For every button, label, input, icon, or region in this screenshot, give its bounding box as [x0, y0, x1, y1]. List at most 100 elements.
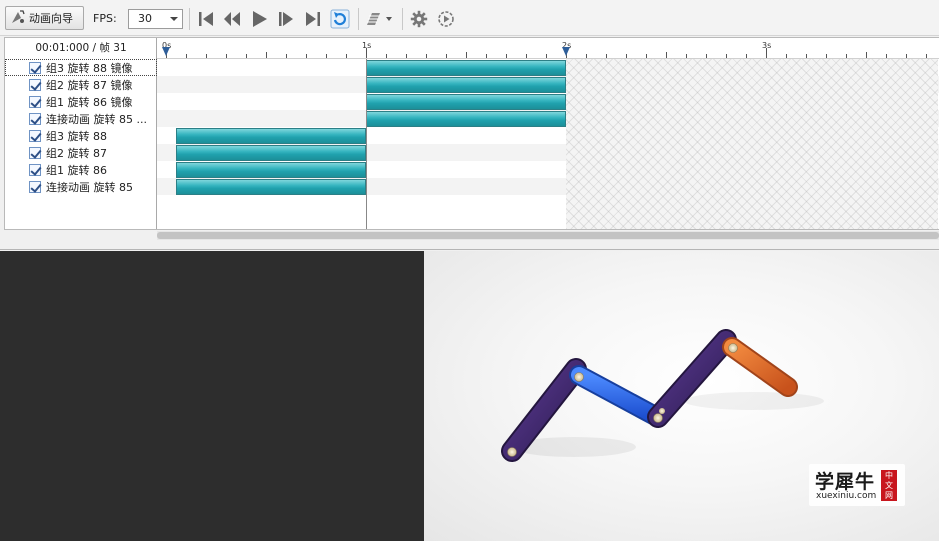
track-checkbox[interactable]	[29, 61, 41, 74]
ruler-tick	[786, 54, 787, 58]
ruler-tick	[726, 54, 727, 58]
ruler-tick	[526, 54, 527, 58]
animation-wizard-icon	[10, 9, 26, 28]
range-marker[interactable]	[162, 47, 170, 56]
track-row[interactable]: 组2 旋转 87 镜像	[5, 76, 157, 93]
track-checkbox[interactable]	[29, 95, 41, 108]
animation-wizard-button[interactable]: 动画向导	[5, 6, 84, 30]
link-blue	[569, 365, 667, 427]
track-label: 组1 旋转 86	[46, 163, 107, 177]
animation-clip-bar[interactable]	[176, 162, 366, 178]
ruler-tick	[446, 54, 447, 58]
timeline-track-area[interactable]: 0s 1s 2s 3s	[157, 38, 939, 229]
ruler-tick	[806, 54, 807, 58]
animation-clip-bar[interactable]	[366, 77, 566, 93]
animation-clip-bar[interactable]	[366, 60, 566, 76]
ruler-tick	[266, 52, 267, 58]
ruler-tick	[826, 54, 827, 58]
track-checkbox[interactable]	[29, 78, 41, 91]
ruler-tick	[426, 54, 427, 58]
skip-to-end-icon[interactable]	[303, 9, 323, 29]
toolbar-divider	[402, 8, 403, 30]
ruler-tick	[506, 54, 507, 58]
animation-clip-bar[interactable]	[176, 145, 366, 161]
fps-select[interactable]: 30	[128, 9, 183, 29]
ruler-tick	[846, 54, 847, 58]
range-marker[interactable]	[562, 47, 570, 56]
track-row[interactable]: 连接动画 旋转 85 ...	[5, 110, 157, 127]
current-time-line[interactable]	[366, 59, 367, 229]
animation-wizard-label: 动画向导	[29, 12, 73, 25]
step-forward-icon[interactable]	[276, 9, 296, 29]
step-back-icon[interactable]	[222, 9, 242, 29]
track-checkbox[interactable]	[29, 129, 41, 142]
ruler-tick	[626, 54, 627, 58]
ruler-tick	[706, 54, 707, 58]
track-label: 组2 旋转 87 镜像	[46, 78, 133, 92]
ruler-tick	[666, 52, 667, 58]
ruler-label: 1s	[362, 41, 372, 50]
animation-clip-bar[interactable]	[366, 94, 566, 110]
skip-to-start-icon[interactable]	[196, 9, 216, 29]
track-row[interactable]: 组1 旋转 86 镜像	[5, 93, 157, 110]
watermark-url: xuexiniu.com	[816, 491, 877, 501]
empty-viewport-panel	[0, 251, 424, 541]
track-row[interactable]: 组3 旋转 88 镜像	[5, 59, 157, 76]
keyframe-tools-icon[interactable]	[364, 9, 394, 29]
ruler-tick	[606, 54, 607, 58]
ruler-tick	[646, 54, 647, 58]
time-readout: 00:01:000 / 帧 31	[35, 42, 127, 54]
toolbar: 动画向导 FPS: 30	[0, 0, 939, 36]
toolbar-divider	[189, 8, 190, 30]
ruler-tick	[926, 54, 927, 58]
track-row[interactable]: 组2 旋转 87	[5, 144, 157, 161]
track-label: 组1 旋转 86 镜像	[46, 95, 133, 109]
ruler-tick	[286, 54, 287, 58]
ruler-tick	[246, 54, 247, 58]
fps-label: FPS:	[93, 12, 117, 25]
link-orange	[722, 337, 798, 397]
ruler-tick	[866, 52, 867, 58]
time-ruler[interactable]: 0s 1s 2s 3s	[157, 38, 939, 59]
panel-splitter[interactable]	[0, 240, 939, 250]
toolbar-divider	[358, 8, 359, 30]
scrollbar-thumb[interactable]	[157, 232, 939, 239]
ruler-tick	[326, 54, 327, 58]
watermark-title: 学犀牛	[815, 471, 876, 493]
watermark-logo: 学犀牛 xuexiniu.com 中文网	[809, 464, 905, 506]
ruler-tick	[586, 54, 587, 58]
track-list: 00:01:000 / 帧 31 组3 旋转 88 镜像 组2 旋转 87 镜像组…	[5, 38, 157, 229]
ruler-label: 3s	[762, 41, 772, 50]
animation-clip-bar[interactable]	[176, 179, 366, 195]
track-checkbox[interactable]	[29, 163, 41, 176]
ruler-tick	[346, 54, 347, 58]
timeline-horizontal-scrollbar[interactable]	[157, 231, 939, 240]
inactive-time-region	[566, 59, 938, 229]
animation-clip-bar[interactable]	[176, 128, 366, 144]
track-row[interactable]: 连接动画 旋转 85	[5, 178, 157, 195]
ruler-tick	[486, 54, 487, 58]
ruler-tick	[186, 54, 187, 58]
track-row[interactable]: 组1 旋转 86	[5, 161, 157, 178]
render-viewport[interactable]: 学犀牛 xuexiniu.com 中文网	[424, 251, 939, 541]
track-checkbox[interactable]	[29, 112, 41, 125]
ruler-tick	[746, 54, 747, 58]
ruler-tick	[686, 54, 687, 58]
animation-clip-bar[interactable]	[366, 111, 566, 127]
chevron-down-icon	[170, 17, 178, 21]
ruler-tick	[206, 54, 207, 58]
track-checkbox[interactable]	[29, 180, 41, 193]
watermark-badge: 中文网	[881, 470, 897, 501]
watermark-badge-char: 文	[885, 481, 893, 490]
ruler-tick	[306, 54, 307, 58]
play-icon[interactable]	[249, 9, 269, 29]
ruler-tick	[226, 54, 227, 58]
track-label: 连接动画 旋转 85	[46, 180, 133, 194]
watermark-badge-char: 中	[885, 471, 893, 480]
track-checkbox[interactable]	[29, 146, 41, 159]
loop-icon[interactable]	[330, 9, 350, 29]
record-icon[interactable]	[436, 9, 456, 29]
track-row[interactable]: 组3 旋转 88	[5, 127, 157, 144]
settings-gear-icon[interactable]	[409, 9, 429, 29]
timeline-panel: 00:01:000 / 帧 31 组3 旋转 88 镜像 组2 旋转 87 镜像组…	[4, 37, 939, 230]
